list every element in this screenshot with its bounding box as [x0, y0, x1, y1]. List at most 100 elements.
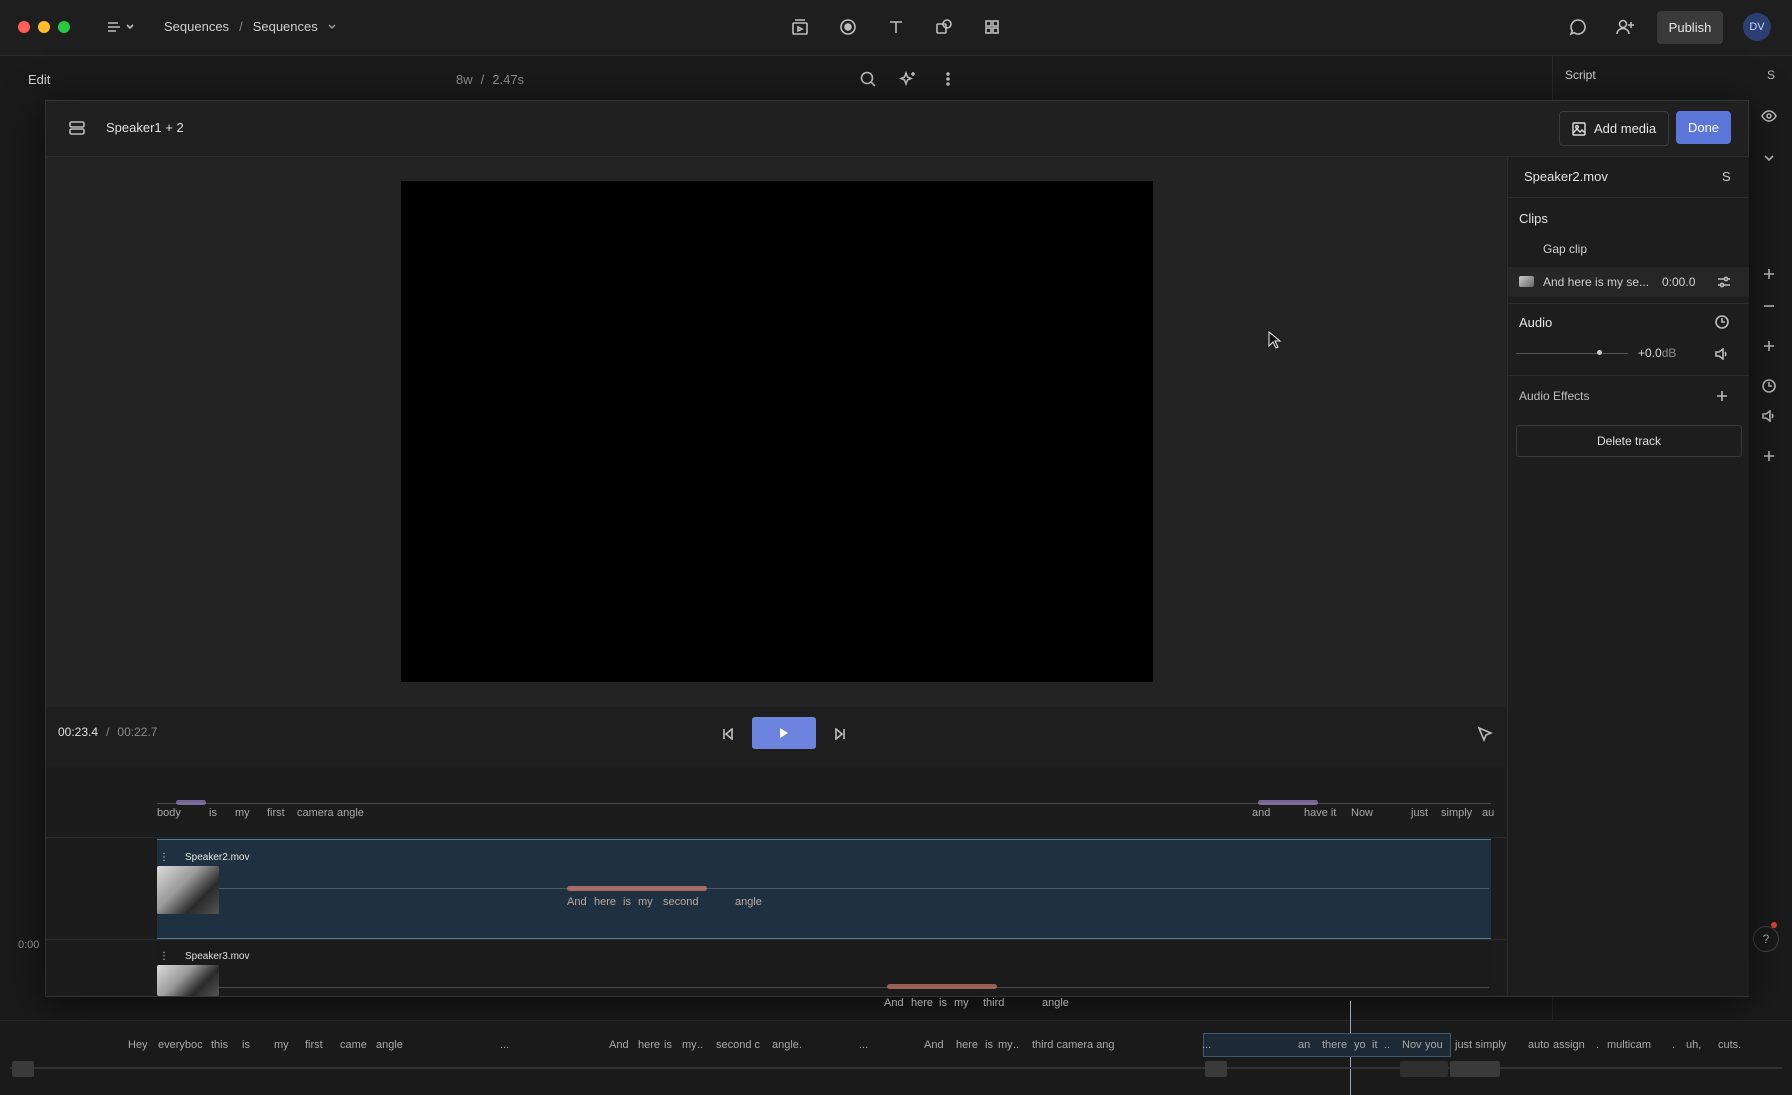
transcript-word[interactable]: second — [663, 896, 698, 908]
mute-button[interactable] — [1712, 345, 1732, 363]
transcript-word[interactable]: And — [567, 896, 587, 908]
transcript-word[interactable]: .. — [1384, 1039, 1390, 1051]
transcript-word[interactable]: angle — [735, 896, 762, 908]
avatar[interactable]: DV — [1743, 13, 1771, 41]
clip-settings-button[interactable] — [1716, 274, 1732, 290]
speaker3-clip[interactable]: Speaker3.mov ⋮ And here is my third angle — [157, 941, 1491, 1009]
transcript-word[interactable]: ... — [859, 1039, 868, 1051]
transcript-word[interactable]: camera — [297, 807, 334, 819]
transcript-word[interactable]: first — [267, 807, 285, 819]
transcript-word[interactable]: everyboc — [158, 1039, 203, 1051]
transcript-word[interactable]: is — [242, 1039, 250, 1051]
transcript-word[interactable]: au — [1482, 807, 1494, 819]
transcript-word[interactable]: here — [911, 997, 933, 1009]
clip-list-item[interactable]: And here is my se... 0:00.0 — [1508, 267, 1749, 297]
transcript-word[interactable]: second c — [716, 1039, 760, 1051]
transcript-word[interactable]: . — [1672, 1039, 1675, 1051]
collapse-toggle[interactable] — [1759, 148, 1779, 168]
edit-label[interactable]: Edit — [28, 72, 50, 87]
transcript-word[interactable]: And — [884, 997, 904, 1009]
publish-button[interactable]: Publish — [1657, 11, 1723, 44]
transcript-word[interactable]: is — [939, 997, 947, 1009]
transcript-word[interactable]: here — [956, 1039, 978, 1051]
clip-list-item[interactable]: Gap clip — [1508, 235, 1749, 263]
transcript-word[interactable]: angle. — [772, 1039, 802, 1051]
transcript-word[interactable]: yo — [1354, 1039, 1366, 1051]
help-button[interactable]: ? — [1753, 926, 1779, 952]
script-panel-title[interactable]: Script — [1565, 68, 1596, 82]
delete-track-button[interactable]: Delete track — [1516, 425, 1742, 457]
clip-drag-handle[interactable]: ⋮ — [159, 852, 169, 863]
transcript-word[interactable]: here — [638, 1039, 660, 1051]
transcript-word[interactable]: just simply — [1455, 1039, 1506, 1051]
play-button[interactable] — [752, 717, 816, 749]
media-button[interactable] — [788, 16, 812, 38]
clip-marker[interactable] — [1450, 1061, 1500, 1077]
transcript-word[interactable]: my — [235, 807, 250, 819]
transcript-word[interactable]: And — [609, 1039, 629, 1051]
add-audio-effect-button[interactable] — [1713, 387, 1731, 405]
transcript-word[interactable]: an — [1298, 1039, 1310, 1051]
add-button[interactable] — [1759, 264, 1779, 284]
add-media-button[interactable]: Add media — [1559, 111, 1670, 146]
transcript-word[interactable]: Now — [1351, 807, 1373, 819]
selection-tool-button[interactable] — [1474, 723, 1496, 745]
text-tool-button[interactable] — [884, 16, 908, 38]
transcript-word[interactable]: auto — [1528, 1039, 1549, 1051]
sequence-menu-button[interactable] — [102, 16, 138, 38]
transcript-word[interactable]: is — [664, 1039, 672, 1051]
transcript-word[interactable]: first — [305, 1039, 323, 1051]
clip-marker[interactable] — [1205, 1061, 1227, 1077]
transcript-word[interactable]: uh, — [1686, 1039, 1701, 1051]
more-options-button[interactable] — [936, 68, 960, 90]
video-preview[interactable] — [401, 181, 1153, 682]
record-button[interactable] — [836, 16, 860, 38]
volume-readout[interactable]: +0.0dB — [1638, 346, 1676, 360]
transcript-word[interactable]: ... — [500, 1039, 509, 1051]
transcript-word[interactable]: .. — [697, 1039, 703, 1051]
breadcrumb-root[interactable]: Sequences — [164, 19, 229, 34]
transcript-word[interactable]: assign — [1553, 1039, 1585, 1051]
transcript-word[interactable]: angle — [376, 1039, 403, 1051]
transcript-word[interactable]: cuts. — [1718, 1039, 1741, 1051]
layers-button[interactable] — [66, 117, 88, 139]
transcript-word[interactable]: And — [924, 1039, 944, 1051]
transcript-word[interactable]: multicam — [1607, 1039, 1651, 1051]
volume-slider-track[interactable] — [1516, 353, 1628, 354]
skip-back-button[interactable] — [718, 723, 738, 745]
transcript-word[interactable]: here — [594, 896, 616, 908]
share-button[interactable] — [1612, 16, 1638, 38]
transcript-word[interactable]: ... — [1202, 1039, 1211, 1051]
skip-forward-button[interactable] — [830, 723, 850, 745]
transcript-word[interactable]: angle — [337, 807, 364, 819]
transcript-word[interactable]: this — [211, 1039, 228, 1051]
transcript-word[interactable]: Hey — [128, 1039, 148, 1051]
done-button[interactable]: Done — [1676, 111, 1731, 144]
zoom-window-button[interactable] — [58, 21, 70, 33]
chevron-down-icon[interactable] — [328, 23, 336, 30]
transcript-word[interactable]: have it — [1304, 807, 1336, 819]
transcript-word[interactable]: . — [1596, 1039, 1599, 1051]
add-button[interactable] — [1759, 446, 1779, 466]
clip-marker[interactable] — [1400, 1061, 1448, 1077]
transcript-word[interactable]: my — [954, 997, 969, 1009]
ai-actions-button[interactable] — [896, 68, 920, 90]
transcript-word[interactable]: and — [1252, 807, 1270, 819]
clip-drag-handle[interactable]: ⋮ — [159, 951, 169, 962]
volume-slider-thumb[interactable] — [1596, 350, 1602, 355]
transcript-word[interactable]: Nov — [1402, 1039, 1422, 1051]
clip-marker[interactable] — [12, 1061, 34, 1077]
transcript-word[interactable]: there — [1322, 1039, 1347, 1051]
add-button[interactable] — [1759, 336, 1779, 356]
transcript-word[interactable]: simply — [1441, 807, 1472, 819]
search-button[interactable] — [856, 68, 880, 90]
volume-button[interactable] — [1759, 406, 1779, 426]
transcript-word[interactable]: .. — [1013, 1039, 1019, 1051]
transcript-word[interactable]: is — [985, 1039, 993, 1051]
transcript-word[interactable]: my — [998, 1039, 1013, 1051]
audio-history-button[interactable] — [1713, 313, 1731, 331]
transcript-word[interactable]: third camera ang — [1032, 1039, 1115, 1051]
transcript-word[interactable]: angle — [1042, 997, 1069, 1009]
transcript-word[interactable]: body — [157, 807, 181, 819]
visibility-toggle[interactable] — [1759, 106, 1779, 126]
